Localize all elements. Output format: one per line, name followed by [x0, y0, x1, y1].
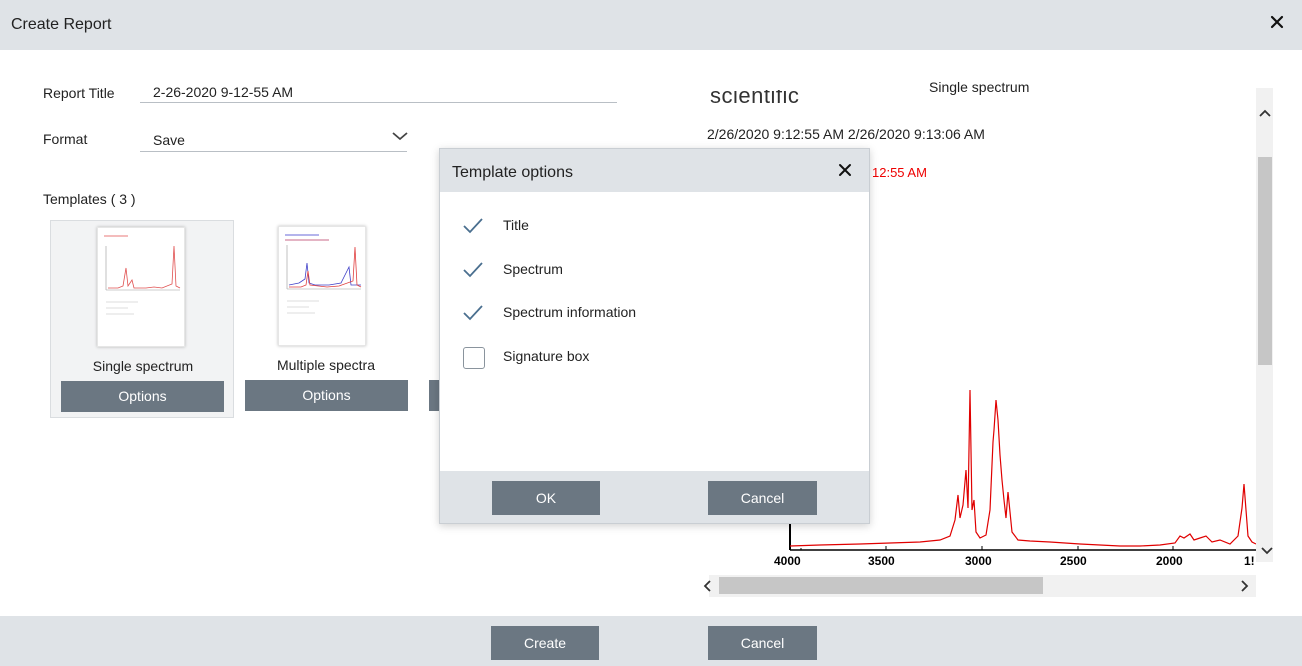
preview-logo: scientific: [710, 90, 800, 108]
template-card-single-spectrum[interactable]: Single spectrum Options: [50, 220, 234, 418]
preview-spectrum-label: 12:55 AM: [872, 165, 927, 180]
option-label: Title: [503, 217, 529, 233]
dialog-footer: OK Cancel: [440, 471, 869, 523]
format-select[interactable]: Save: [153, 132, 185, 148]
template-card-multiple-spectra[interactable]: Multiple spectra Options: [244, 220, 428, 418]
option-label: Spectrum information: [503, 304, 637, 320]
template-thumbnail: [97, 227, 185, 347]
close-icon[interactable]: [837, 162, 853, 178]
chevron-left-icon[interactable]: [702, 579, 712, 593]
x-tick-label: 3500: [868, 554, 895, 568]
template-name: Multiple spectra: [276, 357, 376, 373]
checkmark-icon: [463, 305, 483, 321]
chevron-down-icon[interactable]: [1260, 546, 1274, 556]
report-title-label: Report Title: [43, 85, 115, 101]
x-tick-label: 1!: [1244, 554, 1255, 568]
ok-button[interactable]: OK: [492, 481, 600, 515]
template-name: Single spectrum: [92, 358, 194, 374]
title-bar: Create Report: [0, 0, 1302, 50]
x-tick-labels: 4000 3500 3000 2500 2000 1!: [774, 554, 1255, 568]
dialog-header: Template options: [440, 149, 869, 192]
option-label: Signature box: [503, 348, 590, 364]
horizontal-scroll-thumb[interactable]: [719, 577, 1043, 594]
format-underline: [140, 151, 407, 152]
x-tick-label: 2500: [1060, 554, 1087, 568]
preview-template-name: Single spectrum: [929, 79, 1030, 95]
vertical-scroll-thumb[interactable]: [1258, 157, 1272, 365]
create-button[interactable]: Create: [491, 626, 599, 660]
option-label: Spectrum: [503, 261, 563, 277]
template-options-dialog: Template options Title Spectrum Spectrum…: [439, 148, 870, 524]
dialog-cancel-button[interactable]: Cancel: [708, 481, 817, 515]
preview-dates: 2/26/2020 9:12:55 AM 2/26/2020 9:13:06 A…: [707, 126, 985, 142]
format-label: Format: [43, 131, 88, 147]
thumbnail-preview: [104, 235, 181, 315]
chevron-down-icon[interactable]: [391, 130, 409, 142]
thumbnail-preview: [285, 234, 362, 314]
chevron-up-icon[interactable]: [1258, 108, 1272, 118]
report-title-input[interactable]: 2-26-2020 9-12-55 AM: [153, 84, 293, 100]
chevron-right-icon[interactable]: [1240, 579, 1250, 593]
templates-heading: Templates ( 3 ): [43, 191, 136, 207]
x-tick-label: 4000: [774, 554, 801, 568]
x-tick-label: 3000: [965, 554, 992, 568]
close-icon[interactable]: [1266, 11, 1288, 33]
x-tick-label: 2000: [1156, 554, 1183, 568]
checkmark-icon: [463, 218, 483, 234]
template-thumbnail: [278, 226, 366, 346]
footer-bar: Create Cancel: [0, 616, 1302, 666]
report-title-underline: [140, 102, 617, 103]
dialog-title: Template options: [452, 164, 573, 181]
signature-box-checkbox[interactable]: [463, 347, 485, 369]
options-button[interactable]: Options: [61, 381, 224, 412]
options-button[interactable]: Options: [245, 380, 408, 411]
checkmark-icon: [463, 262, 483, 278]
window-title: Create Report: [11, 16, 112, 33]
cancel-button[interactable]: Cancel: [708, 626, 817, 660]
